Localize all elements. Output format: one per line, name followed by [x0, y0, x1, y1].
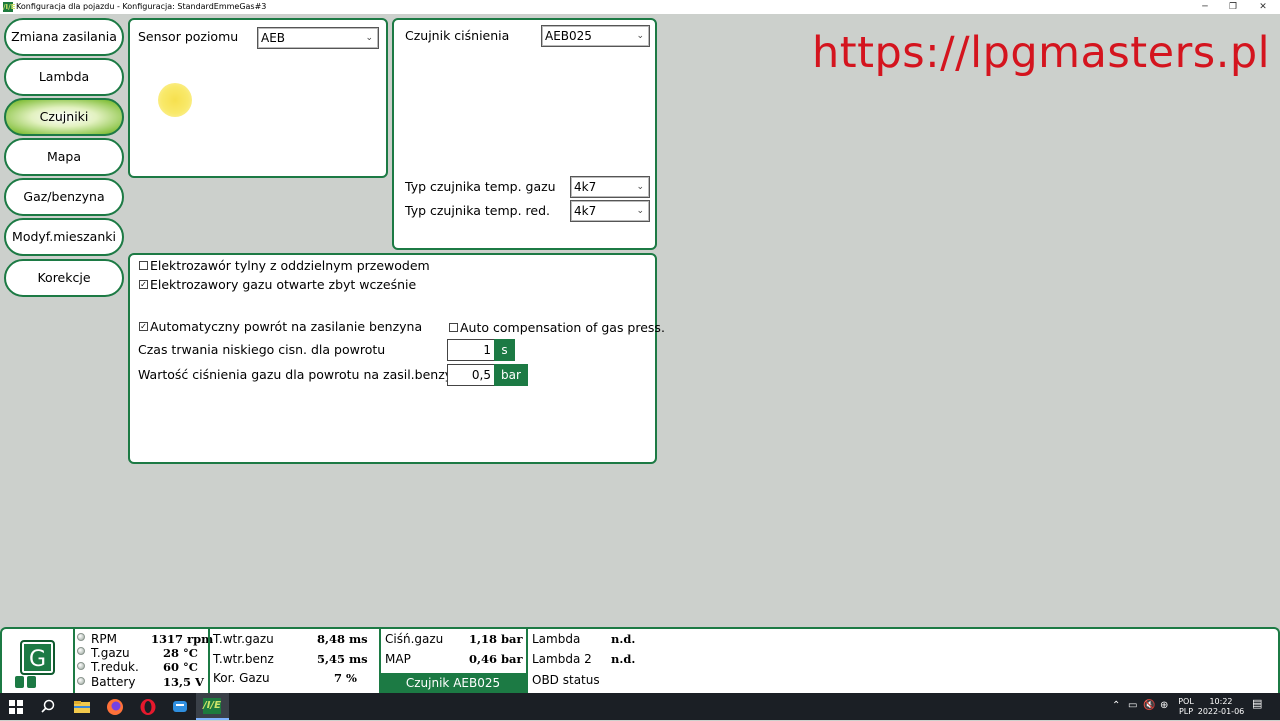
auto-compensation-label: Auto compensation of gas press.	[460, 320, 665, 335]
petrol-injection-value: 5,45 ms	[317, 652, 368, 666]
search-icon[interactable]	[38, 697, 58, 717]
firefox-icon[interactable]	[105, 697, 125, 717]
rpm-label: RPM	[91, 632, 117, 646]
volume-icon[interactable]: 🔇	[1143, 701, 1155, 711]
cursor-highlight-icon	[158, 83, 192, 117]
nav-korekcje[interactable]: Korekcje	[4, 259, 124, 297]
file-explorer-icon[interactable]	[72, 697, 92, 717]
lambda2-label: Lambda 2	[532, 652, 592, 666]
network-icon[interactable]: ▭	[1128, 701, 1137, 711]
pressure-sensor-value: AEB025	[545, 29, 592, 43]
map-label: MAP	[385, 652, 411, 666]
nav-czujniki[interactable]: Czujniki	[4, 98, 124, 136]
low-pressure-time-unit: s	[494, 339, 515, 361]
indicator-right-icon	[27, 676, 36, 688]
lambda-label: Lambda	[532, 632, 581, 646]
title-bar: /I/E Konfiguracja dla pojazdu - Konfigur…	[0, 0, 1280, 14]
gas-pressure-return-label: Wartość ciśnienia gazu dla powrotu na za…	[138, 367, 468, 382]
status-divider	[526, 627, 528, 693]
valves-early-checkbox[interactable]: ✓	[139, 280, 148, 289]
gas-temp-sensor-label: Typ czujnika temp. gazu	[405, 179, 556, 194]
gas-injection-label: T.wtr.gazu	[213, 632, 274, 646]
level-sensor-value: AEB	[261, 31, 286, 45]
gas-pressure-return-input[interactable]: 0,5	[447, 364, 495, 386]
window-title: Konfiguracja dla pojazdu - Konfiguracja:…	[16, 2, 267, 11]
low-pressure-time-label: Czas trwania niskiego cisn. dla powrotu	[138, 342, 386, 357]
lpg-app-icon: /I/E	[203, 698, 221, 714]
reducer-temp-value: 60 °C	[163, 660, 198, 674]
gas-temp-sensor-select[interactable]: 4k7 ⌄	[570, 176, 650, 198]
auto-return-checkbox[interactable]: ✓	[139, 322, 148, 331]
gas-pressure-label: Ciśń.gazu	[385, 632, 444, 646]
options-panel: Elektrozawór tylny z oddzielnym przewode…	[128, 253, 665, 464]
gas-correction-value: 7 %	[334, 671, 357, 685]
minimize-button[interactable]: ─	[1190, 0, 1220, 14]
rear-valve-checkbox[interactable]	[139, 261, 148, 270]
gas-mode-icon[interactable]: G	[20, 640, 55, 675]
obd-status-label: OBD status	[532, 673, 600, 687]
nav-gaz-benzyna[interactable]: Gaz/benzyna	[4, 178, 124, 216]
indicator-left-icon	[15, 676, 24, 688]
gas-pressure-return-unit: bar	[494, 364, 528, 386]
close-button[interactable]: ✕	[1248, 0, 1278, 14]
nav-modyf-mieszanki[interactable]: Modyf.mieszanki	[4, 218, 124, 256]
windows-start-icon[interactable]	[6, 697, 26, 717]
gas-temp-led-icon	[77, 647, 85, 655]
petrol-injection-label: T.wtr.benz	[213, 652, 274, 666]
status-divider	[208, 627, 210, 693]
taskbar	[0, 693, 1280, 720]
level-sensor-label: Sensor poziomu	[138, 29, 239, 44]
chevron-down-icon: ⌄	[365, 33, 373, 43]
gas-injection-value: 8,48 ms	[317, 632, 368, 646]
red-temp-sensor-label: Typ czujnika temp. red.	[405, 203, 550, 218]
chevron-down-icon: ⌄	[636, 206, 644, 216]
red-temp-sensor-value: 4k7	[574, 204, 597, 218]
chevron-down-icon: ⌄	[636, 31, 644, 41]
gas-temp-label: T.gazu	[91, 646, 130, 660]
watermark-url: https://lpgmasters.pl	[812, 28, 1271, 78]
opera-icon[interactable]	[138, 697, 158, 717]
valves-early-label: Elektrozawory gazu otwarte zbyt wcześnie	[150, 277, 417, 292]
nav-lambda[interactable]: Lambda	[4, 58, 124, 96]
clock-time[interactable]: 10:22	[1196, 697, 1246, 707]
rpm-led-icon	[77, 633, 85, 641]
chevron-down-icon: ⌄	[636, 182, 644, 192]
reducer-temp-led-icon	[77, 662, 85, 670]
battery-label: Battery	[91, 675, 136, 689]
language-code[interactable]: POL	[1176, 697, 1196, 707]
globe-icon[interactable]: ⊕	[1160, 701, 1168, 711]
battery-led-icon	[77, 677, 85, 685]
auto-compensation-checkbox[interactable]	[449, 323, 458, 332]
pressure-sensor-select[interactable]: AEB025 ⌄	[541, 25, 650, 47]
lambda2-value: n.d.	[611, 652, 636, 666]
rear-valve-label: Elektrozawór tylny z oddzielnym przewode…	[150, 258, 430, 273]
gas-temp-value: 28 °C	[163, 646, 198, 660]
gas-temp-sensor-value: 4k7	[574, 180, 597, 194]
keyboard-layout[interactable]: PLP	[1176, 707, 1196, 717]
notification-icon[interactable]: ▤	[1252, 698, 1262, 709]
maximize-button[interactable]: ❐	[1218, 0, 1248, 14]
low-pressure-time-input[interactable]: 1	[447, 339, 495, 361]
map-value: 0,46 bar	[469, 652, 523, 666]
status-divider	[73, 627, 75, 693]
nav-zmiana-zasilania[interactable]: Zmiana zasilania	[4, 18, 124, 56]
level-sensor-select[interactable]: AEB ⌄	[257, 27, 379, 49]
pressure-sensor-label: Czujnik ciśnienia	[405, 28, 510, 43]
nav-mapa[interactable]: Mapa	[4, 138, 124, 176]
rpm-value: 1317 rpm	[151, 632, 214, 646]
chevron-up-icon[interactable]: ⌃	[1112, 701, 1120, 711]
battery-value: 13,5 V	[163, 675, 204, 689]
pressure-sensor-panel: Czujnik ciśnienia AEB025 ⌄ Typ czujnika …	[392, 18, 657, 250]
gas-pressure-value: 1,18 bar	[469, 632, 523, 646]
auto-return-label: Automatyczny powrót na zasilanie benzyna	[150, 319, 423, 334]
app-logo-icon: /I/E	[3, 2, 16, 12]
gas-correction-label: Kor. Gazu	[213, 671, 270, 685]
pressure-sensor-badge: Czujnik AEB025	[380, 673, 526, 693]
clock-date[interactable]: 2022-01-06	[1196, 707, 1246, 717]
red-temp-sensor-select[interactable]: 4k7 ⌄	[570, 200, 650, 222]
reducer-temp-label: T.reduk.	[91, 660, 139, 674]
messenger-icon[interactable]	[170, 697, 190, 717]
lambda-value: n.d.	[611, 632, 636, 646]
